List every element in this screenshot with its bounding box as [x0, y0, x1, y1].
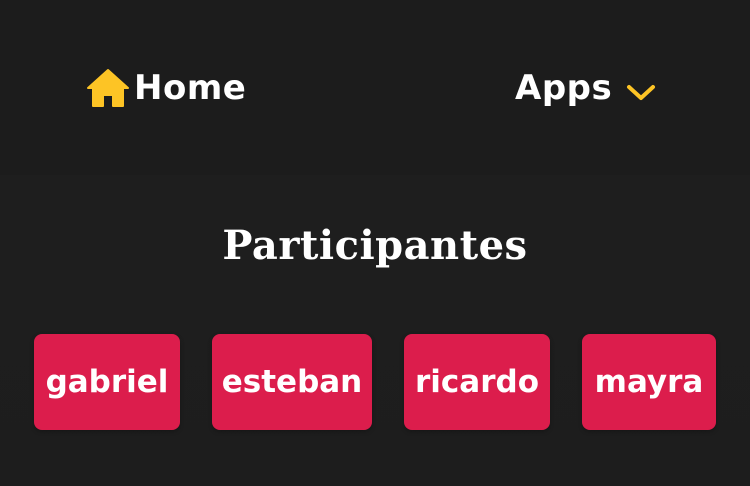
participant-button-ricardo[interactable]: ricardo	[404, 334, 550, 430]
navbar: Home Apps	[0, 0, 750, 175]
page-title: Participantes	[222, 222, 528, 269]
home-icon	[87, 69, 129, 107]
participant-button-gabriel[interactable]: gabriel	[34, 334, 180, 430]
chevron-down-icon	[627, 85, 656, 100]
home-label: Home	[134, 68, 247, 108]
participant-button-mayra[interactable]: mayra	[582, 334, 716, 430]
apps-dropdown[interactable]: Apps	[515, 64, 656, 112]
page: Home Apps Participantes gabriel esteban …	[0, 0, 750, 486]
apps-label: Apps	[515, 68, 613, 108]
home-link[interactable]: Home	[84, 64, 246, 112]
participant-button-esteban[interactable]: esteban	[212, 334, 372, 430]
